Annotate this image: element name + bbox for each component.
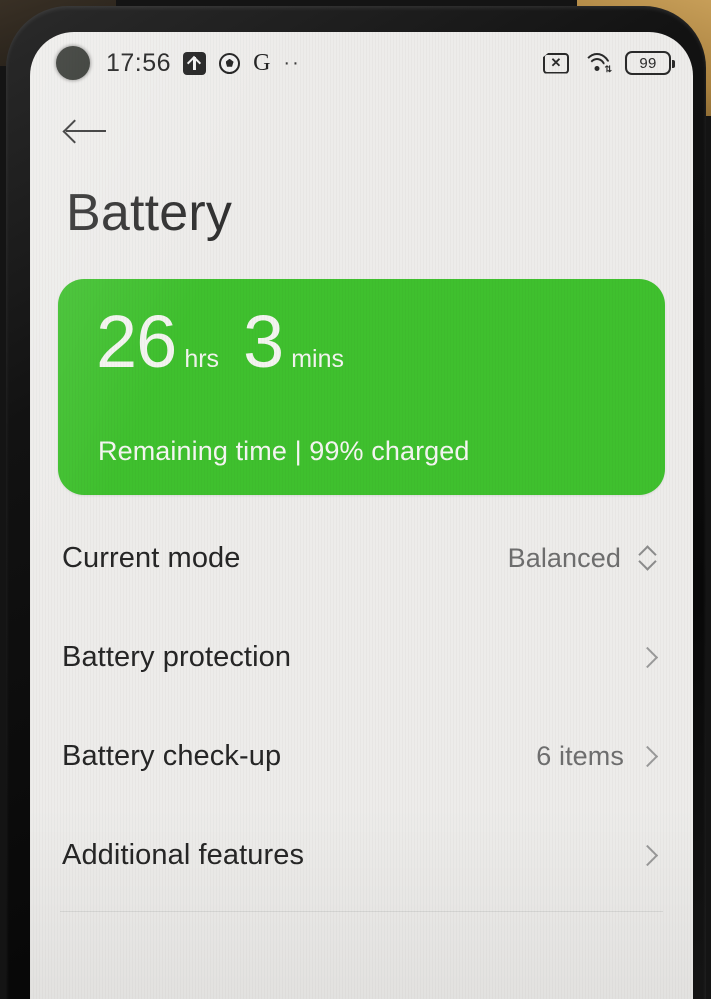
google-icon: G <box>253 50 271 76</box>
list-item-current-mode[interactable]: Current mode Balanced <box>62 509 663 608</box>
chevron-updown-icon[interactable] <box>637 545 657 571</box>
front-camera-punch-hole <box>56 46 90 80</box>
no-sim-icon: ✕ <box>543 52 569 74</box>
list-item-additional-features[interactable]: Additional features <box>62 806 663 905</box>
phone-bezel: 17:56 G ·· ✕ ⇅ 99 Battery 26 hrs 3 mins … <box>6 6 706 999</box>
football-icon <box>219 52 241 74</box>
list-divider <box>60 910 663 912</box>
battery-card-subtitle: Remaining time | 99% charged <box>98 435 470 466</box>
chevron-right-icon <box>636 844 659 866</box>
remaining-hours-unit: hrs <box>184 344 220 373</box>
status-bar-clock: 17:56 <box>106 48 172 77</box>
navigation-bar <box>30 94 693 168</box>
remaining-time-display: 26 hrs 3 mins <box>96 299 344 383</box>
remaining-minutes-value: 3 <box>243 299 284 383</box>
remaining-minutes-unit: mins <box>291 344 344 373</box>
battery-summary-card: 26 hrs 3 mins Remaining time | 99% charg… <box>58 278 665 495</box>
list-item-label: Battery protection <box>62 640 292 673</box>
list-item-battery-protection[interactable]: Battery protection <box>62 608 663 707</box>
phone-photo: 17:56 G ·· ✕ ⇅ 99 Battery 26 hrs 3 mins … <box>0 0 711 999</box>
battery-status-icon: 99 <box>625 51 675 75</box>
chevron-right-icon <box>636 646 659 668</box>
page-title: Battery <box>66 184 233 242</box>
chevron-right-icon <box>636 745 659 767</box>
battery-check-up-count: 6 items <box>536 740 624 771</box>
current-mode-value: Balanced <box>507 542 621 573</box>
wifi-icon: ⇅ <box>583 52 612 74</box>
upload-icon <box>183 51 207 75</box>
list-item-accessory: 6 items <box>536 741 663 772</box>
list-item-accessory <box>636 646 663 668</box>
settings-list: Current mode Balanced Battery protection <box>30 509 693 905</box>
remaining-hours-value: 26 <box>96 299 177 383</box>
more-icons-indicator: ·· <box>283 52 301 74</box>
status-bar-left-icons: G ·· <box>183 51 301 75</box>
back-arrow-icon[interactable] <box>64 116 108 146</box>
list-item-label: Current mode <box>62 541 241 574</box>
list-item-battery-check-up[interactable]: Battery check-up 6 items <box>62 707 663 806</box>
list-item-label: Battery check-up <box>62 739 282 772</box>
list-item-accessory: Balanced <box>508 543 663 574</box>
list-item-label: Additional features <box>62 838 305 871</box>
page-content: Battery 26 hrs 3 mins Remaining time | 9… <box>30 94 693 912</box>
status-bar-right-icons: ✕ ⇅ 99 <box>543 51 675 75</box>
status-bar: 17:56 G ·· ✕ ⇅ 99 <box>30 32 693 94</box>
phone-screen: 17:56 G ·· ✕ ⇅ 99 Battery 26 hrs 3 mins … <box>30 32 693 999</box>
list-item-accessory <box>636 844 663 866</box>
